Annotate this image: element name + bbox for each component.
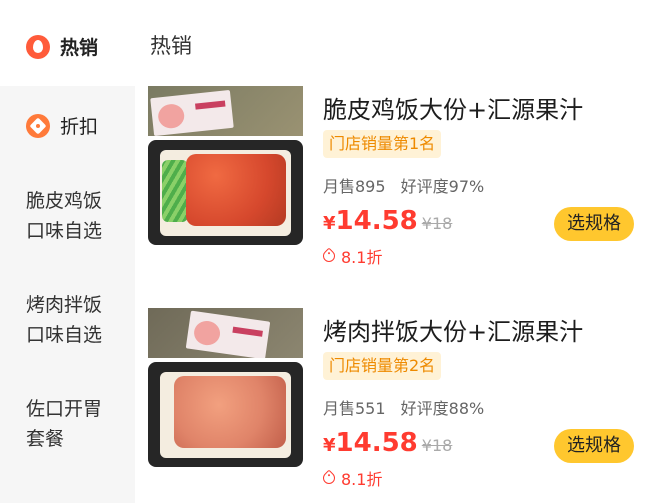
sidebar-item-label: 套餐 [26, 428, 65, 450]
sidebar-item-crispy-chicken[interactable]: 脆皮鸡饭 口味自选 [0, 186, 135, 256]
food-image [148, 140, 303, 245]
sidebar-item-label: 烤肉拌饭 [26, 294, 103, 316]
product-card[interactable]: 烤肉拌饭大份+汇源果汁 门店销量第2名 月售551 好评度88% ¥14.58 ¥… [148, 308, 648, 503]
sales-rank-badge: 门店销量第1名 [323, 130, 442, 158]
select-spec-button[interactable]: 选规格 [554, 207, 634, 241]
rating: 好评度88% [400, 399, 485, 418]
original-price: ¥18 [421, 436, 453, 455]
discount-text: 8.1折 [341, 470, 383, 489]
fire-icon [26, 34, 50, 59]
price: ¥14.58 ¥18 [323, 206, 452, 236]
price: ¥14.58 ¥18 [323, 428, 452, 458]
product-image[interactable] [148, 86, 303, 246]
current-price: 14.58 [335, 428, 418, 458]
discount-tag: 8.1折 [320, 244, 383, 268]
sidebar-item-hot[interactable]: 热销 [0, 0, 135, 86]
discount-tag: 8.1折 [320, 466, 383, 490]
section-title: 热销 [150, 34, 192, 58]
sidebar-item-label: 脆皮鸡饭 [26, 190, 103, 212]
current-price: 14.58 [335, 206, 418, 236]
sidebar-item-label: 佐口开胃 [26, 398, 103, 420]
sidebar-item-label: 口味自选 [26, 324, 103, 346]
monthly-sales: 月售551 [323, 399, 386, 418]
rating: 好评度97% [400, 177, 485, 196]
select-spec-button[interactable]: 选规格 [554, 429, 634, 463]
product-card[interactable]: 脆皮鸡饭大份+汇源果汁 门店销量第1名 月售895 好评度97% ¥14.58 ¥… [148, 86, 648, 286]
currency-symbol: ¥ [323, 435, 336, 456]
sidebar-item-label: 折扣 [60, 116, 99, 138]
sales-rank-badge: 门店销量第2名 [323, 352, 442, 380]
product-stats: 月售895 好评度97% [323, 173, 484, 197]
sidebar-item-discount[interactable]: 折扣 [0, 86, 135, 166]
category-sidebar: 热销 折扣 脆皮鸡饭 口味自选 烤肉拌饭 口味自选 佐口开胃 套餐 [0, 0, 135, 503]
juice-box-image [148, 86, 303, 136]
food-image [148, 362, 303, 467]
product-image[interactable] [148, 308, 303, 468]
product-stats: 月售551 好评度88% [323, 395, 484, 419]
sidebar-item-bbq-rice[interactable]: 烤肉拌饭 口味自选 [0, 290, 135, 360]
product-name: 烤肉拌饭大份+汇源果汁 [323, 318, 584, 346]
sidebar-item-appetizer-set[interactable]: 佐口开胃 套餐 [0, 394, 135, 464]
juice-box-image [148, 308, 303, 358]
tag-icon [320, 469, 338, 487]
currency-symbol: ¥ [323, 213, 336, 234]
discount-text: 8.1折 [341, 248, 383, 267]
discount-icon [26, 113, 50, 138]
sidebar-item-label: 热销 [60, 37, 99, 59]
sidebar-item-label: 口味自选 [26, 220, 103, 242]
original-price: ¥18 [421, 214, 453, 233]
monthly-sales: 月售895 [323, 177, 386, 196]
tag-icon [320, 247, 338, 265]
product-name: 脆皮鸡饭大份+汇源果汁 [323, 96, 584, 124]
